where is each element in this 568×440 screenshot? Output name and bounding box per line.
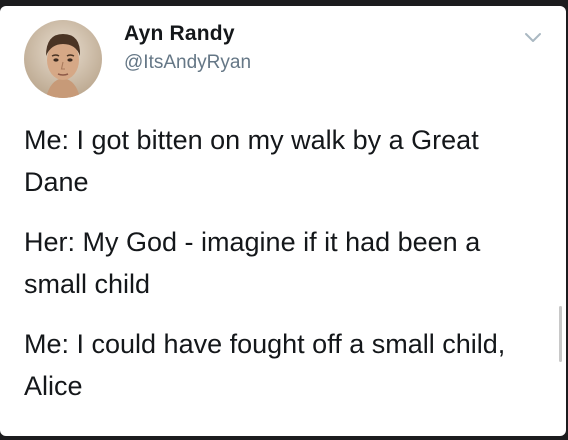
- tweet-header: Ayn Randy @ItsAndyRyan: [24, 18, 552, 98]
- tweet-body: Me: I got bitten on my walk by a Great D…: [24, 119, 550, 425]
- tweet-paragraph: Me: I got bitten on my walk by a Great D…: [24, 125, 479, 197]
- tweet-paragraph: Me: I could have fought off a small chil…: [24, 329, 506, 401]
- user-names: Ayn Randy @ItsAndyRyan: [124, 22, 251, 74]
- tweet-card: Ayn Randy @ItsAndyRyan Me: I got bitten …: [0, 6, 566, 436]
- display-name[interactable]: Ayn Randy: [124, 22, 251, 46]
- tweet-paragraph: Her: My God - imagine if it had been a s…: [24, 227, 481, 299]
- avatar[interactable]: [24, 20, 102, 98]
- chevron-down-icon[interactable]: [524, 32, 542, 44]
- avatar-photo-icon: [24, 20, 102, 98]
- scrollbar[interactable]: [559, 306, 562, 362]
- user-handle[interactable]: @ItsAndyRyan: [124, 52, 251, 74]
